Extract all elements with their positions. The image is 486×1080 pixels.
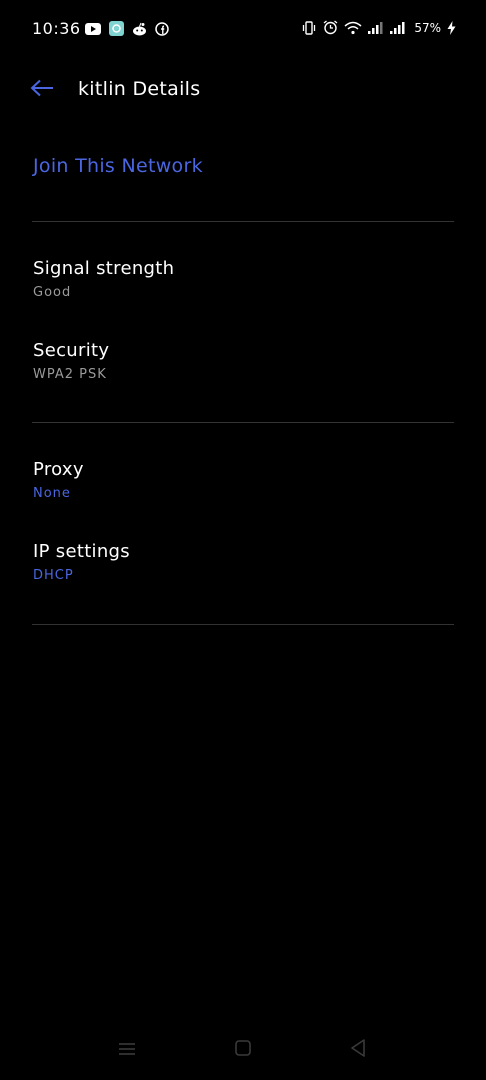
header: kitlin Details (0, 60, 486, 120)
signal-strength-title: Signal strength (33, 258, 175, 279)
vibrate-icon (301, 20, 317, 35)
recent-apps-button[interactable] (107, 1030, 147, 1070)
wifi-icon (344, 21, 362, 35)
proxy-title: Proxy (33, 459, 84, 480)
divider (32, 221, 454, 222)
back-button[interactable] (26, 76, 58, 104)
status-time: 10:36 (32, 19, 81, 38)
reddit-icon (132, 22, 147, 36)
back-nav-button[interactable] (338, 1030, 378, 1070)
join-network-button[interactable]: Join This Network (33, 155, 203, 177)
page-title: kitlin Details (78, 78, 201, 100)
security-value: WPA2 PSK (33, 367, 107, 382)
signal-icon (390, 21, 406, 34)
signal-icon (368, 21, 384, 34)
ip-settings-item[interactable]: IP settings DHCP (33, 540, 453, 585)
menu-icon (118, 1041, 136, 1060)
status-bar: 10:36 57% (0, 0, 486, 60)
divider (32, 422, 454, 423)
facebook-icon (155, 21, 169, 36)
proxy-value: None (33, 486, 71, 501)
app-icon (109, 21, 124, 36)
arrow-left-icon (30, 79, 54, 101)
alarm-icon (323, 20, 338, 35)
proxy-item[interactable]: Proxy None (33, 458, 453, 503)
home-icon (235, 1040, 251, 1060)
home-button[interactable] (223, 1030, 263, 1070)
security-item: Security WPA2 PSK (33, 339, 453, 384)
battery-percentage: 57% (414, 20, 441, 35)
system-icons: 57% (301, 20, 456, 35)
navigation-bar (0, 1020, 486, 1080)
signal-strength-value: Good (33, 285, 72, 300)
youtube-icon (85, 22, 101, 35)
signal-strength-item: Signal strength Good (33, 257, 453, 302)
back-triangle-icon (350, 1039, 366, 1061)
security-title: Security (33, 340, 110, 361)
charging-icon (447, 20, 456, 35)
ip-settings-value: DHCP (33, 568, 74, 583)
divider (32, 624, 454, 625)
ip-settings-title: IP settings (33, 541, 130, 562)
notification-icons (85, 21, 169, 36)
